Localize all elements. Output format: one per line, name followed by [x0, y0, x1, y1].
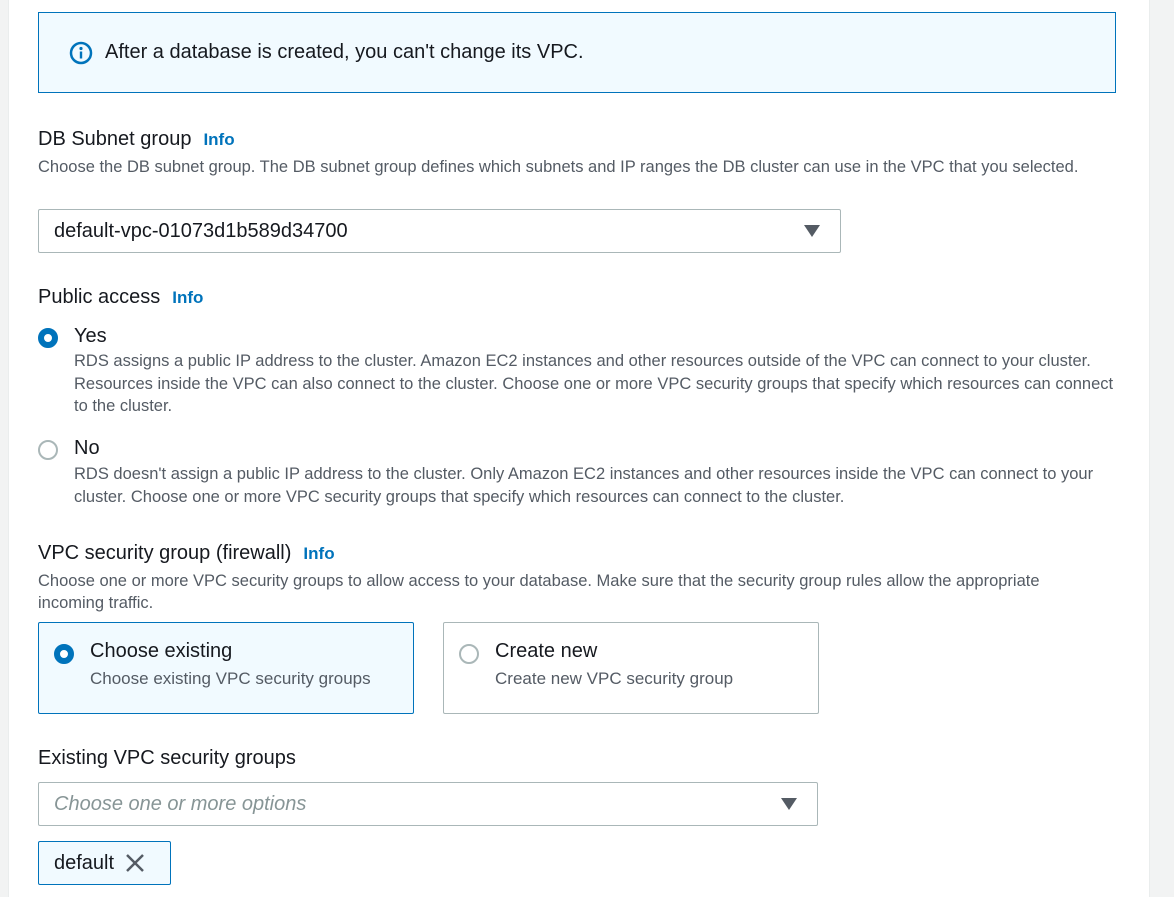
caret-down-icon: [804, 225, 820, 237]
existing-groups-placeholder: Choose one or more options: [54, 792, 307, 815]
create-new-description: Create new VPC security group: [495, 669, 734, 688]
subnet-group-value: default-vpc-01073d1b589d34700: [54, 219, 348, 242]
public-access-yes-radio[interactable]: [38, 328, 58, 348]
create-new-radio[interactable]: [459, 644, 479, 664]
vpc-security-group-info-link[interactable]: Info: [303, 544, 334, 563]
public-access-no-option[interactable]: No: [38, 437, 100, 460]
public-access-label-text: Public access: [38, 286, 161, 308]
choose-existing-tile[interactable]: Choose existing Choose existing VPC secu…: [38, 622, 414, 714]
public-access-yes-description: RDS assigns a public IP address to the c…: [74, 352, 1114, 415]
choose-existing-title: Choose existing: [90, 640, 233, 662]
public-access-no-radio[interactable]: [38, 440, 58, 460]
public-access-label: Public access Info: [38, 286, 203, 309]
public-access-yes-title: Yes: [74, 325, 107, 347]
caret-down-icon: [781, 798, 797, 810]
public-access-yes-option[interactable]: Yes: [38, 325, 107, 348]
subnet-group-info-link[interactable]: Info: [203, 130, 234, 149]
subnet-group-label: DB Subnet group Info: [38, 128, 235, 151]
subnet-group-label-text: DB Subnet group: [38, 128, 192, 150]
existing-groups-multiselect[interactable]: Choose one or more options: [38, 782, 818, 826]
close-icon[interactable]: [124, 852, 146, 874]
public-access-no-title: No: [74, 437, 100, 459]
public-access-no-description: RDS doesn't assign a public IP address t…: [74, 465, 1094, 506]
existing-groups-label: Existing VPC security groups: [38, 747, 296, 769]
info-circle-icon: [69, 41, 93, 64]
create-new-tile[interactable]: Create new Create new VPC security group: [443, 622, 819, 714]
vpc-security-group-label-text: VPC security group (firewall): [38, 542, 292, 564]
choose-existing-radio[interactable]: [54, 644, 74, 664]
vpc-security-group-label: VPC security group (firewall) Info: [38, 542, 335, 565]
info-alert: After a database is created, you can't c…: [38, 12, 1116, 93]
choose-existing-description: Choose existing VPC security groups: [90, 669, 371, 688]
public-access-info-link[interactable]: Info: [172, 288, 203, 307]
subnet-group-description: Choose the DB subnet group. The DB subne…: [38, 158, 1079, 176]
alert-text: After a database is created, you can't c…: [105, 41, 584, 63]
vpc-security-group-description: Choose one or more VPC security groups t…: [38, 572, 1040, 612]
security-group-token: default: [38, 841, 171, 885]
create-new-title: Create new: [495, 640, 598, 662]
token-label: default: [54, 851, 115, 874]
subnet-group-select[interactable]: default-vpc-01073d1b589d34700: [38, 209, 841, 253]
